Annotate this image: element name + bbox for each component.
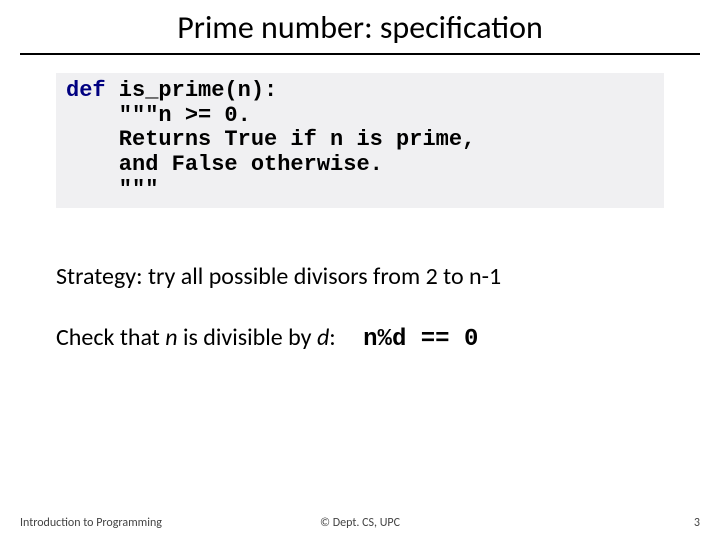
keyword-def: def (66, 78, 106, 103)
code-signature: is_prime(n): (106, 78, 278, 103)
footer-right: 3 (694, 516, 700, 530)
code-line-2: """n >= 0. (66, 103, 251, 128)
check-label: Check that n is divisible by d: (56, 323, 336, 352)
check-suffix: : (329, 323, 335, 352)
check-expression: n%d == 0 (363, 326, 478, 353)
check-var-n: n (165, 323, 177, 352)
title-underline (20, 53, 700, 55)
slide-title: Prime number: specification (0, 0, 720, 53)
code-line-5: """ (66, 177, 158, 202)
footer-center: © Dept. CS, UPC (0, 516, 720, 530)
code-line-4: and False otherwise. (66, 152, 383, 177)
check-row: Check that n is divisible by d: n%d == 0 (56, 323, 664, 353)
code-block: def is_prime(n): """n >= 0. Returns True… (56, 73, 664, 208)
code-line-3: Returns True if n is prime, (66, 127, 475, 152)
check-var-d: d (317, 323, 329, 352)
check-mid: is divisible by (178, 323, 317, 352)
check-prefix: Check that (56, 323, 165, 352)
strategy-text: Strategy: try all possible divisors from… (56, 262, 664, 291)
